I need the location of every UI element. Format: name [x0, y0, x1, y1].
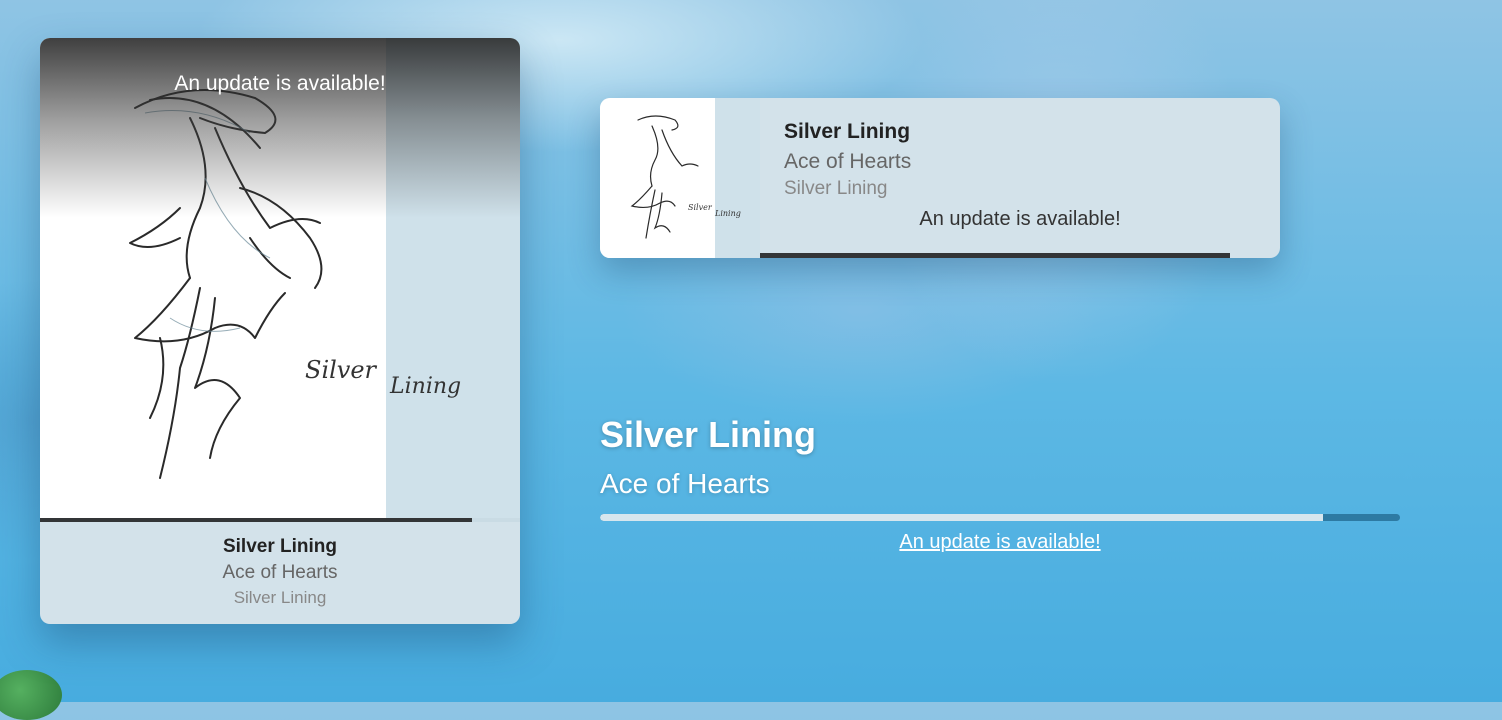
track-title: Silver Lining: [784, 120, 911, 143]
artist-name: Ace of Hearts: [600, 468, 770, 499]
update-link[interactable]: An update is available!: [600, 531, 1400, 554]
artwork-script-lining: Lining: [714, 209, 741, 218]
now-playing-card-compact[interactable]: Silver Lining Silver Lining Ace of Heart…: [600, 98, 1280, 258]
album-name: Silver Lining: [233, 588, 327, 607]
update-notice[interactable]: An update is available!: [760, 208, 1280, 231]
update-notice[interactable]: An update is available!: [40, 72, 520, 96]
progress-bar[interactable]: [600, 514, 1400, 521]
track-info: Silver Lining Ace of Hearts Silver Linin…: [40, 522, 520, 624]
album-artwork-thumbnail: Silver Lining: [600, 98, 760, 258]
progress-bar[interactable]: [760, 253, 1230, 258]
artwork-sketch-illustration: Silver Lining: [630, 115, 741, 239]
progress-fill: [760, 253, 1230, 258]
artist-name: Ace of Hearts: [222, 562, 338, 583]
now-playing-inline: Silver Lining Ace of Hearts An update is…: [600, 414, 1400, 554]
album-artwork: Silver Lining An update is available!: [40, 38, 520, 518]
progress-fill: [600, 514, 1324, 521]
track-info: Silver Lining Ace of Hearts Silver Linin…: [784, 120, 911, 200]
track-title: Silver Lining: [600, 414, 817, 455]
wallpaper-foliage: [0, 670, 62, 720]
artwork-script-silver: Silver: [688, 203, 713, 212]
artist-name: Ace of Hearts: [784, 150, 912, 173]
artwork-script-silver: Silver: [305, 356, 378, 384]
now-playing-card-large[interactable]: Silver Lining An update is available! Si…: [40, 38, 520, 624]
album-name: Silver Lining: [784, 178, 888, 199]
track-title: Silver Lining: [222, 536, 338, 557]
artwork-script-lining: Lining: [389, 374, 461, 399]
